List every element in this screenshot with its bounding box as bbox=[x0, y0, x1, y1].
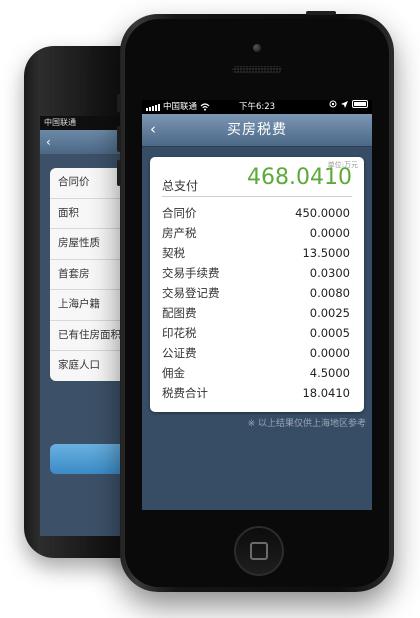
fee-value: 18.0410 bbox=[302, 386, 350, 400]
fee-value: 0.0080 bbox=[309, 286, 350, 300]
total-payment-label: 总支付 bbox=[162, 179, 199, 193]
fee-row: 印花税 0.0005 bbox=[162, 323, 350, 343]
power-button bbox=[306, 11, 336, 15]
fee-value: 0.0300 bbox=[309, 266, 350, 280]
fee-label: 税费合计 bbox=[162, 386, 208, 400]
mute-switch bbox=[117, 94, 121, 112]
fee-value: 13.5000 bbox=[302, 246, 350, 260]
fee-label: 配图费 bbox=[162, 306, 197, 320]
fee-label: 佣金 bbox=[162, 366, 185, 380]
foreground-phone: 中国联通 下午6:23 ‹ 买房税费 单位:万元 总支付 468.0410 合同… bbox=[117, 11, 394, 592]
front-camera-icon bbox=[253, 44, 261, 52]
home-square-icon bbox=[250, 542, 268, 560]
fee-row: 合同价 450.0000 bbox=[162, 203, 350, 223]
fee-row: 房产税 0.0000 bbox=[162, 223, 350, 243]
location-icon bbox=[341, 100, 348, 108]
fee-value: 0.0000 bbox=[309, 346, 350, 360]
status-bar: 中国联通 下午6:23 bbox=[142, 100, 372, 114]
volume-down-button bbox=[117, 160, 121, 186]
fee-label: 契税 bbox=[162, 246, 185, 260]
navigation-bar: ‹ 买房税费 bbox=[142, 114, 372, 147]
fee-row: 交易手续费 0.0300 bbox=[162, 263, 350, 283]
rotation-lock-icon bbox=[329, 100, 337, 108]
fee-label: 交易登记费 bbox=[162, 286, 220, 300]
background-back-icon[interactable]: ‹ bbox=[46, 135, 51, 149]
earpiece-speaker bbox=[232, 66, 282, 73]
fee-row: 配图费 0.0025 bbox=[162, 303, 350, 323]
fee-list: 合同价 450.0000 房产税 0.0000 契税 13.5000 交易手续费 0.0… bbox=[162, 203, 350, 403]
fee-value: 0.0000 bbox=[309, 226, 350, 240]
divider bbox=[162, 196, 352, 197]
volume-up-button bbox=[117, 126, 121, 152]
app-screen: 中国联通 下午6:23 ‹ 买房税费 单位:万元 总支付 468.0410 合同… bbox=[142, 100, 372, 510]
battery-icon bbox=[352, 100, 368, 108]
fee-label: 合同价 bbox=[162, 206, 197, 220]
fee-row: 契税 13.5000 bbox=[162, 243, 350, 263]
home-button[interactable] bbox=[234, 526, 284, 576]
page-title: 买房税费 bbox=[227, 122, 287, 138]
fee-row: 佣金 4.5000 bbox=[162, 363, 350, 383]
footnote: ※ 以上结果仅供上海地区参考 bbox=[247, 419, 366, 429]
fee-row: 公证费 0.0000 bbox=[162, 343, 350, 363]
fee-label: 交易手续费 bbox=[162, 266, 220, 280]
fee-value: 0.0025 bbox=[309, 306, 350, 320]
result-card: 单位:万元 总支付 468.0410 合同价 450.0000 房产税 0.0000… bbox=[150, 157, 364, 412]
fee-value: 450.0000 bbox=[295, 206, 350, 220]
fee-value: 0.0005 bbox=[309, 326, 350, 340]
fee-row-total: 税费合计 18.0410 bbox=[162, 383, 350, 403]
fee-row: 交易登记费 0.0080 bbox=[162, 283, 350, 303]
fee-label: 公证费 bbox=[162, 346, 197, 360]
fee-label: 印花税 bbox=[162, 326, 197, 340]
background-carrier: 中国联通 bbox=[44, 118, 76, 127]
fee-value: 4.5000 bbox=[309, 366, 350, 380]
total-payment-value: 468.0410 bbox=[247, 165, 352, 190]
fee-label: 房产税 bbox=[162, 226, 197, 240]
